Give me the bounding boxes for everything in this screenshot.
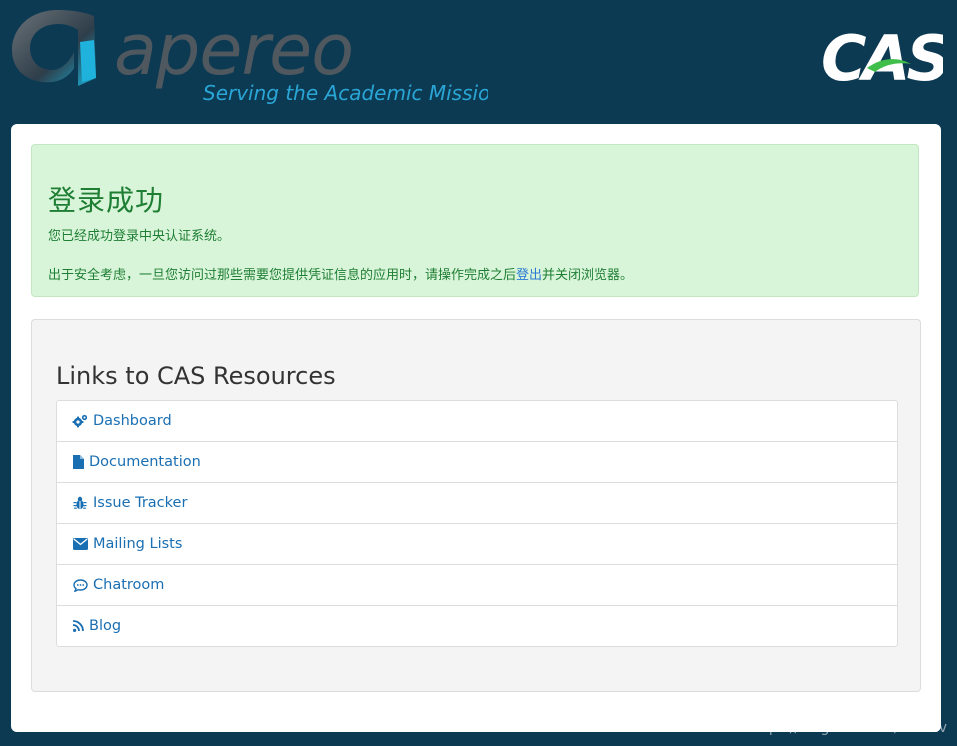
security-message-suffix: 并关闭浏览器。 [542,268,634,283]
cas-wordmark: CAS [821,22,943,90]
resource-item-mailing-lists[interactable]: Mailing Lists [57,523,897,564]
rss-icon [72,618,84,634]
resource-item-issue-tracker[interactable]: Issue Tracker [57,482,897,523]
gears-icon [72,413,88,429]
resource-label: Dashboard [93,413,172,429]
watermark: https://blog.csdn.net/oumuv [749,720,947,736]
security-message: 出于安全考虑，一旦您访问过那些需要您提供凭证信息的应用时，请操作完成之后登出并关… [48,264,633,283]
resource-label: Documentation [89,454,201,470]
resources-title: Links to CAS Resources [56,362,336,390]
resource-label: Issue Tracker [93,495,188,511]
resource-item-documentation[interactable]: Documentation [57,441,897,482]
resource-item-chatroom[interactable]: Chatroom [57,564,897,605]
apereo-logo[interactable]: apereo Serving the Academic Mission [8,2,488,112]
file-icon [72,454,84,470]
success-message: 您已经成功登录中央认证系统。 [48,229,231,244]
resource-item-blog[interactable]: Blog [57,605,897,646]
main-content: 登录成功 您已经成功登录中央认证系统。 出于安全考虑，一旦您访问过那些需要您提供… [11,124,941,732]
cas-logo[interactable]: CAS [819,18,943,90]
resource-item-dashboard[interactable]: Dashboard [57,401,897,441]
resource-label: Blog [89,618,122,634]
resource-label: Chatroom [93,577,165,593]
apereo-wordmark: apereo [114,9,353,91]
apereo-tagline: Serving the Academic Mission [203,81,488,105]
success-title: 登录成功 [48,184,165,217]
resources-panel: Links to CAS Resources Dashboard Documen… [31,319,921,692]
envelope-icon [72,536,88,552]
security-message-prefix: 出于安全考虑，一旦您访问过那些需要您提供凭证信息的应用时，请操作完成之后 [48,268,517,283]
logout-link[interactable]: 登出 [516,268,542,283]
login-success-alert: 登录成功 您已经成功登录中央认证系统。 出于安全考虑，一旦您访问过那些需要您提供… [31,144,919,297]
header: apereo Serving the Academic Mission CAS [0,0,957,124]
chat-bubble-icon [72,577,88,593]
resource-list: Dashboard Documentation Issue Tracker Ma… [56,400,898,647]
resource-label: Mailing Lists [93,536,183,552]
bug-icon [72,495,88,511]
